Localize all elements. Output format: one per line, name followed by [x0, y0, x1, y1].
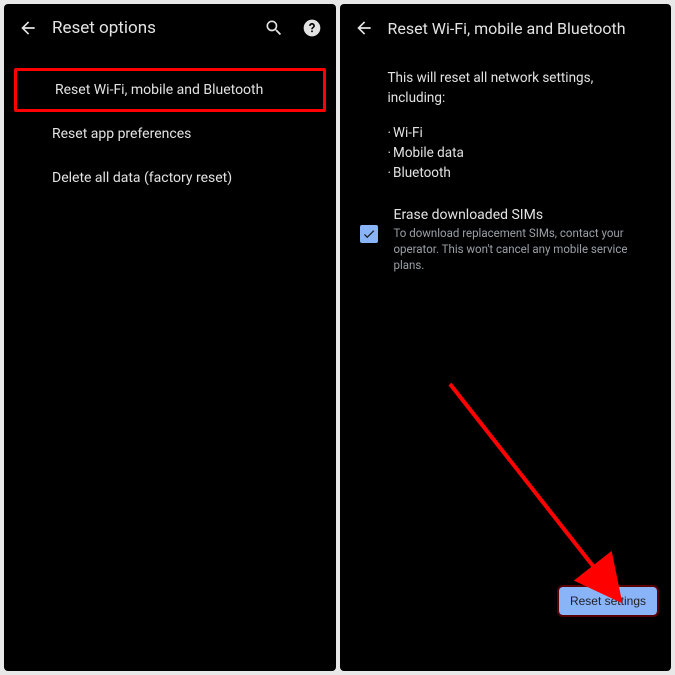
- page-title: Reset Wi-Fi, mobile and Bluetooth: [388, 19, 658, 38]
- bullet-mobile: Mobile data: [388, 143, 652, 163]
- screen-reset-network: Reset Wi-Fi, mobile and Bluetooth This w…: [340, 4, 672, 671]
- page-title: Reset options: [52, 18, 250, 38]
- erase-sims-row[interactable]: Erase downloaded SIMs To download replac…: [340, 183, 672, 273]
- search-icon[interactable]: [264, 18, 284, 38]
- header-actions: [264, 18, 322, 38]
- option-factory-reset[interactable]: Delete all data (factory reset): [4, 156, 336, 200]
- checkbox-desc: To download replacement SIMs, contact yo…: [394, 225, 652, 273]
- header: Reset options: [4, 4, 336, 50]
- screen-reset-options: Reset options Reset Wi-Fi, mobile and Bl…: [4, 4, 336, 671]
- help-icon[interactable]: [302, 18, 322, 38]
- checkbox-label: Erase downloaded SIMs To download replac…: [394, 207, 652, 273]
- content-intro: This will reset all network settings, in…: [340, 50, 672, 183]
- bullet-bluetooth: Bluetooth: [388, 163, 652, 183]
- checkbox-icon[interactable]: [360, 225, 378, 243]
- back-icon[interactable]: [354, 18, 374, 38]
- bullet-list: Wi-Fi Mobile data Bluetooth: [388, 123, 652, 184]
- back-icon[interactable]: [18, 18, 38, 38]
- option-reset-network[interactable]: Reset Wi-Fi, mobile and Bluetooth: [14, 68, 326, 112]
- header: Reset Wi-Fi, mobile and Bluetooth: [340, 4, 672, 50]
- option-reset-app-prefs[interactable]: Reset app preferences: [4, 112, 336, 156]
- intro-text: This will reset all network settings, in…: [388, 68, 652, 109]
- options-list: Reset Wi-Fi, mobile and Bluetooth Reset …: [4, 50, 336, 200]
- bullet-wifi: Wi-Fi: [388, 123, 652, 143]
- checkbox-title: Erase downloaded SIMs: [394, 207, 652, 223]
- reset-settings-button[interactable]: Reset settings: [559, 587, 657, 615]
